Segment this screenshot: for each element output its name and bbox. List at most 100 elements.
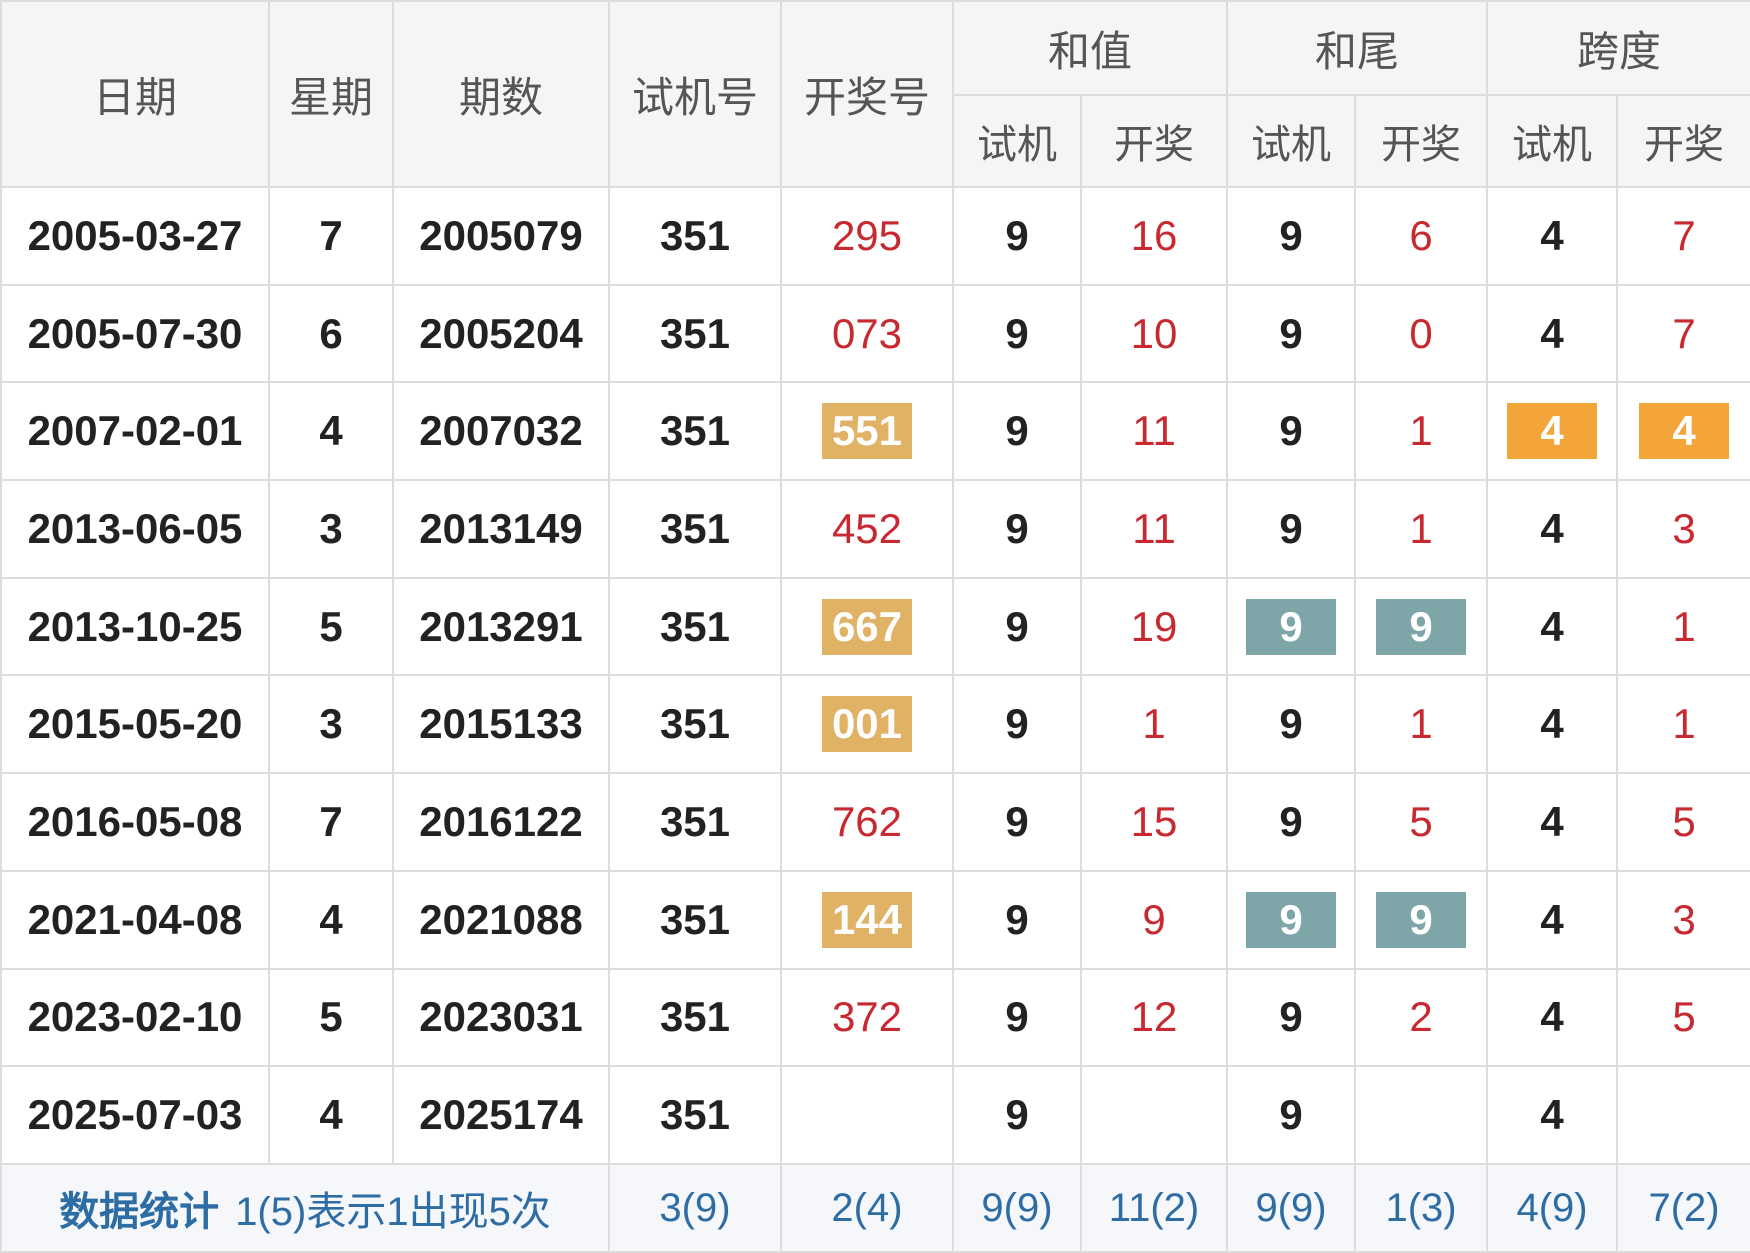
tail-test-highlight: 9 — [1246, 598, 1337, 655]
cell-test-number: 351 — [608, 479, 782, 579]
header-test-number: 试机号 — [608, 0, 782, 188]
cell-weekday: 3 — [268, 674, 394, 775]
header-date: 日期 — [0, 0, 270, 188]
tail-draw-highlight: 9 — [1376, 598, 1467, 655]
cell-test-number: 351 — [608, 1065, 782, 1165]
table-row: 2005-03-27 7 2005079 351 295 9 16 9 6 4 … — [0, 186, 1750, 286]
tail-test-highlight: 9 — [1246, 891, 1337, 948]
span-draw-highlight: 4 — [1639, 403, 1730, 460]
cell-weekday: 4 — [268, 1065, 394, 1165]
cell-weekday: 4 — [268, 869, 394, 970]
header-weekday: 星期 — [268, 0, 394, 188]
cell-sum-test: 9 — [952, 674, 1082, 775]
stats-span-test: 4(9) — [1486, 1163, 1619, 1253]
stats-tail-draw: 1(3) — [1354, 1163, 1489, 1253]
draw-number-highlight: 001 — [821, 696, 913, 753]
cell-sum-draw: 11 — [1079, 381, 1229, 482]
cell-span-draw: 7 — [1616, 186, 1750, 286]
header-tail-group: 和尾 — [1226, 0, 1489, 96]
cell-sum-test: 9 — [952, 283, 1082, 384]
header-span-draw: 开奖 — [1616, 94, 1750, 188]
header-sum-group: 和值 — [951, 0, 1229, 96]
cell-sum-draw: 11 — [1079, 479, 1229, 579]
cell-draw-number: 551 — [780, 381, 954, 482]
cell-sum-test: 9 — [952, 869, 1082, 970]
cell-span-test: 4 — [1486, 967, 1619, 1068]
cell-date: 2015-05-20 — [0, 674, 270, 775]
cell-weekday: 3 — [268, 479, 394, 579]
stats-label-cell: 数据统计 1(5)表示1出现5次 — [0, 1163, 610, 1253]
cell-weekday: 5 — [268, 967, 394, 1068]
cell-span-draw: 5 — [1616, 967, 1750, 1068]
stats-draw-number: 2(4) — [780, 1163, 954, 1253]
cell-sum-test: 9 — [952, 576, 1082, 677]
header-span-test: 试机 — [1486, 94, 1619, 188]
draw-number-highlight: 144 — [821, 891, 913, 948]
cell-span-test: 4 — [1486, 674, 1619, 775]
cell-sum-draw: 12 — [1079, 967, 1229, 1068]
table-row: 2005-07-30 6 2005204 351 073 9 10 9 0 4 … — [0, 283, 1750, 384]
cell-draw-number: 667 — [780, 576, 954, 677]
header-sum-draw: 开奖 — [1079, 94, 1229, 188]
table-row: 2023-02-10 5 2023031 351 372 9 12 9 2 4 … — [0, 967, 1750, 1068]
cell-tail-test: 9 — [1226, 772, 1357, 872]
stats-test-number: 3(9) — [608, 1163, 782, 1253]
header-tail-draw: 开奖 — [1354, 94, 1489, 188]
cell-span-draw: 3 — [1616, 869, 1750, 970]
cell-test-number: 351 — [608, 576, 782, 677]
cell-sum-test: 9 — [952, 381, 1082, 482]
cell-sum-draw: 16 — [1079, 186, 1229, 286]
cell-span-draw: 5 — [1616, 772, 1750, 872]
cell-issue: 2016122 — [392, 772, 610, 872]
cell-span-test: 4 — [1486, 479, 1619, 579]
cell-test-number: 351 — [608, 186, 782, 286]
cell-date: 2007-02-01 — [0, 381, 270, 482]
cell-draw-number: 001 — [780, 674, 954, 775]
cell-tail-test: 9 — [1226, 967, 1357, 1068]
cell-tail-test: 9 — [1226, 186, 1357, 286]
cell-span-test: 4 — [1486, 186, 1619, 286]
tail-draw-highlight: 9 — [1376, 891, 1467, 948]
cell-draw-number: 144 — [780, 869, 954, 970]
cell-span-draw: 1 — [1616, 576, 1750, 677]
cell-issue: 2005204 — [392, 283, 610, 384]
cell-issue: 2005079 — [392, 186, 610, 286]
cell-span-test: 4 — [1486, 1065, 1619, 1165]
cell-tail-draw: 2 — [1354, 967, 1489, 1068]
cell-draw-number — [780, 1065, 954, 1165]
cell-tail-draw: 9 — [1354, 576, 1489, 677]
table-row: 2016-05-08 7 2016122 351 762 9 15 9 5 4 … — [0, 772, 1750, 872]
cell-tail-draw: 1 — [1354, 674, 1489, 775]
table-row: 2021-04-08 4 2021088 351 144 9 9 9 9 4 3 — [0, 869, 1750, 970]
cell-sum-draw: 15 — [1079, 772, 1229, 872]
cell-tail-draw: 1 — [1354, 381, 1489, 482]
cell-date: 2005-03-27 — [0, 186, 270, 286]
cell-date: 2013-10-25 — [0, 576, 270, 677]
cell-sum-test: 9 — [952, 1065, 1082, 1165]
cell-draw-number: 073 — [780, 283, 954, 384]
cell-draw-number: 295 — [780, 186, 954, 286]
cell-sum-test: 9 — [952, 772, 1082, 872]
cell-date: 2025-07-03 — [0, 1065, 270, 1165]
stats-label: 数据统计 — [59, 1190, 220, 1234]
cell-tail-draw: 5 — [1354, 772, 1489, 872]
cell-tail-test: 9 — [1226, 283, 1357, 384]
table-row: 2007-02-01 4 2007032 351 551 9 11 9 1 4 … — [0, 381, 1750, 482]
cell-weekday: 6 — [268, 283, 394, 384]
cell-tail-draw: 9 — [1354, 869, 1489, 970]
cell-span-test: 4 — [1486, 283, 1619, 384]
cell-issue: 2007032 — [392, 381, 610, 482]
cell-date: 2023-02-10 — [0, 967, 270, 1068]
cell-test-number: 351 — [608, 967, 782, 1068]
stats-note: 1(5)表示1出现5次 — [235, 1190, 551, 1234]
cell-weekday: 7 — [268, 186, 394, 286]
cell-date: 2016-05-08 — [0, 772, 270, 872]
cell-weekday: 5 — [268, 576, 394, 677]
cell-tail-draw: 0 — [1354, 283, 1489, 384]
cell-issue: 2013291 — [392, 576, 610, 677]
cell-tail-draw: 6 — [1354, 186, 1489, 286]
stats-tail-test: 9(9) — [1226, 1163, 1357, 1253]
cell-tail-test: 9 — [1226, 381, 1357, 482]
cell-span-test: 4 — [1486, 576, 1619, 677]
cell-span-test: 4 — [1486, 772, 1619, 872]
